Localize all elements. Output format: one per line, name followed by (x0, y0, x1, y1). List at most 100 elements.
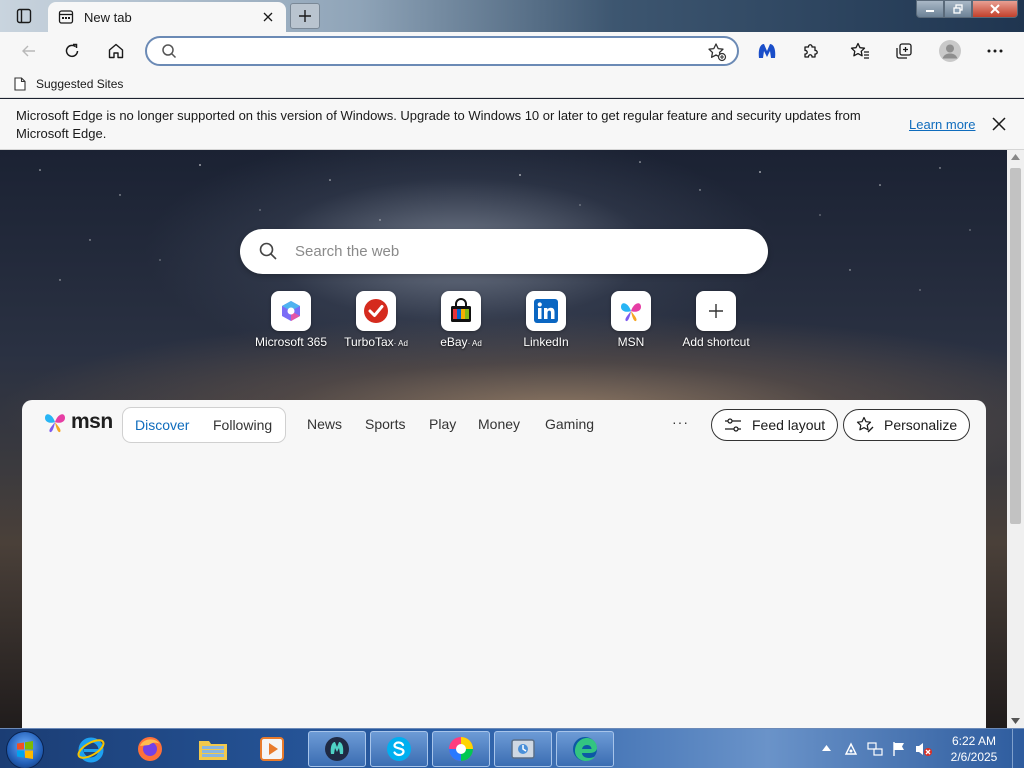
linkedin-icon (534, 299, 558, 323)
favorites-star-icon (850, 42, 869, 59)
tab-discover[interactable]: Discover (135, 417, 189, 433)
msn-butterfly-icon (45, 414, 65, 433)
page-icon (14, 76, 26, 91)
ebay-tile (441, 291, 481, 331)
new-tab-page: Search the web Microsoft 365 TurboTax· A… (0, 150, 1007, 728)
taskbar-microsoft-edge[interactable] (556, 731, 614, 767)
nav-news[interactable]: News (307, 416, 342, 432)
add-shortcut-button[interactable]: Add shortcut (673, 291, 759, 349)
malwarebytes-icon (758, 44, 776, 58)
nav-sports[interactable]: Sports (365, 416, 405, 432)
show-desktop-button[interactable] (1012, 729, 1024, 768)
taskbar-file-explorer[interactable] (184, 731, 242, 767)
settings-more-button[interactable] (980, 36, 1010, 66)
start-button[interactable] (6, 731, 44, 768)
favorites-button[interactable] (845, 36, 875, 66)
feed-mode-toggle: Discover Following (122, 407, 286, 443)
tab-actions-icon (16, 8, 32, 24)
microsoft-365-icon (282, 301, 300, 321)
shortcut-microsoft-365[interactable]: Microsoft 365 (248, 291, 334, 349)
utility-app-icon (511, 739, 535, 759)
close-icon (992, 117, 1006, 131)
star-pencil-icon (856, 416, 874, 433)
scroll-down-icon[interactable] (1011, 718, 1020, 724)
nav-play[interactable]: Play (429, 416, 456, 432)
page-scrollbar[interactable] (1007, 150, 1024, 728)
scroll-up-icon[interactable] (1011, 154, 1020, 160)
malwarebytes-extension-button[interactable] (752, 36, 782, 66)
restore-button[interactable] (944, 0, 972, 18)
taskbar-malwarebytes[interactable] (308, 731, 366, 767)
onedrive-sync-icon[interactable] (843, 741, 859, 757)
shortcut-label: LinkedIn (523, 335, 569, 349)
suggested-sites-link[interactable]: Suggested Sites (14, 77, 123, 91)
tab-following[interactable]: Following (213, 417, 272, 433)
address-bar[interactable] (145, 36, 739, 66)
tab-actions-button[interactable] (8, 4, 40, 28)
msn-feed-panel: msn Discover Following News Sports Play … (22, 400, 986, 728)
tab-title: New tab (84, 9, 132, 25)
taskbar-clock[interactable]: 6:22 AM 2/6/2025 (944, 733, 1004, 765)
quick-links: Microsoft 365 TurboTax· Ad eBay· Ad Link… (248, 291, 768, 361)
tab-close-button[interactable] (260, 9, 276, 25)
close-window-button[interactable] (972, 0, 1018, 18)
sliders-icon (725, 418, 741, 432)
web-search-box[interactable]: Search the web (240, 229, 768, 274)
new-tab-button[interactable] (290, 3, 320, 29)
infobar-message: Microsoft Edge is no longer supported on… (16, 108, 861, 141)
nav-gaming[interactable]: Gaming (545, 416, 594, 432)
shortcut-msn[interactable]: MSN (588, 291, 674, 349)
taskbar-skype[interactable] (370, 731, 428, 767)
plus-icon (299, 10, 311, 22)
msn-wordmark: msn (71, 410, 113, 433)
internet-explorer-icon (77, 737, 105, 763)
shortcut-linkedin[interactable]: LinkedIn (503, 291, 589, 349)
nav-money[interactable]: Money (478, 416, 520, 432)
feed-layout-button[interactable]: Feed layout (711, 409, 839, 441)
network-icon[interactable] (867, 741, 883, 757)
windows-logo-icon (17, 741, 33, 759)
personalize-label: Personalize (884, 417, 958, 433)
shortcut-ebay[interactable]: eBay· Ad (418, 291, 504, 349)
scrollbar-thumb[interactable] (1010, 168, 1021, 524)
profile-button[interactable] (935, 36, 965, 66)
shortcut-turbotax[interactable]: TurboTax· Ad (333, 291, 419, 349)
volume-muted-icon[interactable] (915, 741, 933, 757)
taskbar-utility-app[interactable] (494, 731, 552, 767)
restore-icon (953, 4, 963, 14)
minimize-button[interactable] (916, 0, 944, 18)
refresh-icon (65, 43, 79, 58)
msn-logo[interactable]: msn (42, 409, 113, 435)
home-button[interactable] (101, 36, 131, 66)
taskbar-color-app[interactable] (432, 731, 490, 767)
learn-more-link[interactable]: Learn more (909, 117, 975, 132)
windows-taskbar: 6:22 AM 2/6/2025 (0, 728, 1024, 768)
clock-time: 6:22 AM (951, 734, 997, 748)
extensions-button[interactable] (796, 36, 826, 66)
clock-date: 2/6/2025 (950, 750, 998, 764)
system-tray: 6:22 AM 2/6/2025 (816, 729, 1024, 768)
firefox-icon (138, 737, 162, 761)
taskbar-internet-explorer[interactable] (62, 731, 120, 767)
infobar-close-button[interactable] (990, 115, 1008, 133)
back-button[interactable] (14, 36, 44, 66)
tab-new-tab[interactable]: New tab (48, 2, 286, 32)
taskbar-media-player[interactable] (243, 731, 301, 767)
browser-toolbar (0, 32, 1024, 70)
minimize-icon (926, 10, 934, 12)
shortcut-label: eBay· Ad (440, 335, 482, 349)
folder-icon (199, 741, 227, 760)
shortcut-label: Add shortcut (682, 335, 750, 349)
show-hidden-icons-icon[interactable] (822, 745, 831, 751)
add-favorite-icon[interactable] (707, 42, 727, 62)
arrow-left-icon (22, 45, 35, 57)
shortcut-label: Microsoft 365 (254, 335, 328, 349)
refresh-button[interactable] (57, 36, 87, 66)
favorites-bar: Suggested Sites (0, 70, 1024, 98)
collections-button[interactable] (889, 36, 919, 66)
nav-more-button[interactable]: ··· (672, 414, 689, 430)
action-center-flag-icon[interactable] (891, 741, 907, 757)
taskbar-firefox[interactable] (121, 731, 179, 767)
personalize-button[interactable]: Personalize (843, 409, 971, 441)
new-tab-page-icon (58, 10, 74, 24)
